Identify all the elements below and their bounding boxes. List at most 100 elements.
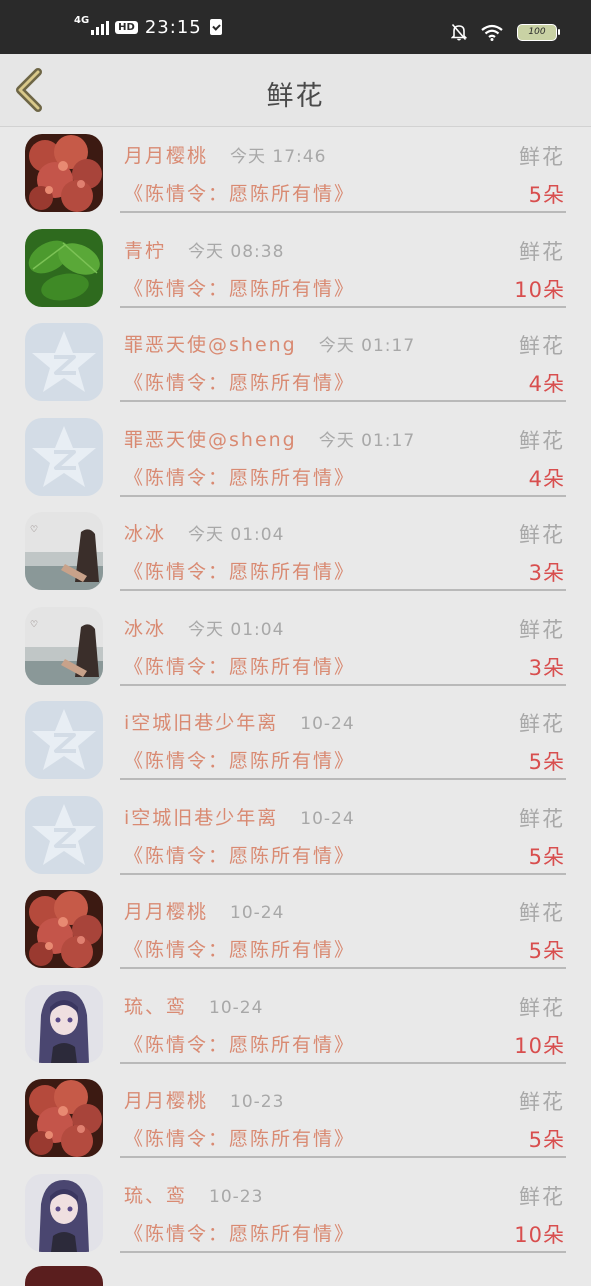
gift-type: 鲜花: [519, 901, 565, 925]
book-title[interactable]: 《陈情令：愿陈所有情》: [124, 467, 355, 489]
gift-record-item[interactable]: ♡ 冰冰 今天 01:04 鲜花 《陈情令：愿陈所有情》 3朵: [0, 505, 591, 600]
svg-text:♡: ♡: [30, 620, 38, 630]
bell-off-icon: [451, 23, 467, 41]
book-title[interactable]: 《陈情令：愿陈所有情》: [124, 1128, 355, 1150]
battery-level: 100: [528, 27, 546, 37]
record-header: i空城旧巷少年离 10-24 鲜花: [124, 803, 565, 831]
sender-name[interactable]: 琉、鸾: [124, 1185, 187, 1207]
record-time: 今天 08:38: [188, 241, 285, 262]
sender-avatar[interactable]: [25, 984, 103, 1063]
gift-record-item[interactable]: 琉、鸾 10-23 鲜花《陈情令：愿陈所有情》 10朵: [0, 1167, 591, 1262]
record-time: 今天 17:46: [230, 147, 327, 167]
gift-count: 5朵: [528, 750, 565, 774]
record-detail: 《陈情令：愿陈所有情》 4朵: [124, 368, 565, 396]
sender-name[interactable]: i空城旧巷少年离: [124, 807, 278, 829]
sender-name[interactable]: 青柠: [124, 240, 166, 262]
anime-avatar-image: [25, 984, 103, 1063]
gift-record-item[interactable]: i空城旧巷少年离 10-24 鲜花《陈情令：愿陈所有情》 5朵: [0, 694, 591, 789]
book-title[interactable]: 《陈情令：愿陈所有情》: [124, 1223, 355, 1245]
record-header: 青柠 今天 08:38 鲜花: [124, 236, 565, 264]
sender-avatar[interactable]: [25, 890, 103, 968]
record-header: 冰冰 今天 01:04 鲜花: [124, 519, 565, 547]
gift-type: 鲜花: [519, 1090, 565, 1114]
status-time: 23:15: [144, 16, 202, 38]
row-divider: [120, 872, 566, 875]
sender-name[interactable]: 月月樱桃: [124, 1090, 208, 1112]
row-divider: [120, 778, 566, 780]
gift-record-item[interactable]: 月月樱桃 今天 17:46 鲜花 《陈情令：愿陈所有情》 5朵: [0, 127, 591, 222]
gift-record-item[interactable]: 月月樱桃 10-23 鲜花 《陈情令：愿陈所有情》 5朵: [0, 1072, 591, 1167]
record-detail: 《陈情令：愿陈所有情》 10朵: [124, 1030, 565, 1058]
book-title[interactable]: 《陈情令：愿陈所有情》: [124, 750, 355, 772]
default-star-avatar-icon: [25, 417, 103, 496]
gift-record-item[interactable]: 琉、鸾 10-24 鲜花 《陈情令：愿陈所有情》 10朵: [0, 978, 591, 1073]
clipboard-check-icon: [209, 19, 222, 35]
sender-avatar[interactable]: ♡: [25, 606, 103, 685]
sender-name[interactable]: 月月樱桃: [124, 901, 208, 923]
record-header: 月月樱桃 今天 17:46 鲜花: [124, 141, 565, 169]
sender-name[interactable]: i空城旧巷少年离: [124, 712, 278, 734]
book-title[interactable]: 《陈情令：愿陈所有情》: [124, 561, 355, 583]
gift-count: 10朵: [514, 277, 565, 302]
row-divider: [120, 1156, 566, 1158]
book-title[interactable]: 《陈情令：愿陈所有情》: [124, 939, 355, 961]
gift-record-item[interactable]: 罪恶天使@sheng 今天 01:17 鲜花 《陈情令：愿陈所有情》 4朵: [0, 316, 591, 411]
gift-record-item[interactable]: 月月樱桃 10-24 鲜花 《陈情令：愿陈所有情》 5朵: [0, 883, 591, 978]
default-star-avatar-icon: [25, 795, 103, 874]
record-header: 月月樱桃 10-24 鲜花: [124, 897, 565, 925]
sender-avatar[interactable]: [25, 1079, 103, 1157]
status-left: 4G HD 23:15: [74, 14, 222, 40]
row-divider: [120, 1061, 566, 1064]
gift-record-item[interactable]: ♡ 冰冰 今天 01:04 鲜花 《陈情令：愿陈所有情》 3朵: [0, 600, 591, 695]
sender-avatar[interactable]: [25, 228, 103, 307]
row-divider: [120, 494, 566, 497]
sender-name[interactable]: 冰冰: [124, 523, 166, 545]
record-time: 今天 01:17: [318, 336, 416, 356]
book-title[interactable]: 《陈情令：愿陈所有情》: [124, 845, 355, 867]
sender-name[interactable]: 罪恶天使@sheng: [124, 429, 297, 451]
gift-type: 鲜花: [519, 712, 565, 736]
record-detail: 《陈情令：愿陈所有情》 5朵: [124, 179, 565, 207]
gift-type: 鲜花: [519, 523, 565, 547]
book-title[interactable]: 《陈情令：愿陈所有情》: [124, 183, 355, 205]
record-header: i空城旧巷少年离 10-24 鲜花: [124, 708, 565, 736]
gift-count: 10朵: [514, 1222, 565, 1247]
record-time: 10-23: [209, 1186, 264, 1207]
sender-name[interactable]: 冰冰: [124, 618, 166, 640]
row-divider: [120, 967, 566, 969]
status-right: 100: [451, 20, 560, 44]
book-title[interactable]: 《陈情令：愿陈所有情》: [124, 372, 355, 394]
record-detail: 《陈情令：愿陈所有情》 5朵: [124, 841, 565, 869]
gift-record-list[interactable]: 月月樱桃 今天 17:46 鲜花 《陈情令：愿陈所有情》 5朵 青柠 今天 08:38 鲜花《…: [0, 127, 591, 1261]
record-time: 今天 01:04: [188, 525, 285, 545]
record-header: 月月樱桃 10-23 鲜花: [124, 1086, 565, 1114]
sender-avatar[interactable]: ♡: [25, 512, 103, 590]
record-time: 今天 01:04: [188, 619, 285, 640]
status-bar: 4G HD 23:15 100: [0, 0, 591, 54]
book-title[interactable]: 《陈情令：愿陈所有情》: [124, 1034, 355, 1056]
row-divider: [120, 211, 566, 213]
book-title[interactable]: 《陈情令：愿陈所有情》: [124, 656, 355, 678]
sender-name[interactable]: 罪恶天使@sheng: [124, 334, 297, 356]
gift-type: 鲜花: [519, 1184, 565, 1209]
gift-type: 鲜花: [519, 995, 565, 1020]
sender-avatar[interactable]: [25, 1173, 103, 1252]
gift-record-item[interactable]: i空城旧巷少年离 10-24 鲜花《陈情令：愿陈所有情》 5朵: [0, 789, 591, 884]
record-detail: 《陈情令：愿陈所有情》 4朵: [124, 463, 565, 491]
gift-record-item[interactable]: 青柠 今天 08:38 鲜花 《陈情令：愿陈所有情》 10朵: [0, 222, 591, 317]
wifi-icon: [481, 24, 503, 41]
book-title[interactable]: 《陈情令：愿陈所有情》: [124, 278, 355, 300]
sender-avatar[interactable]: [25, 417, 103, 496]
sender-avatar[interactable]: [25, 134, 103, 212]
photo-avatar-image: ♡: [25, 512, 103, 590]
sender-name[interactable]: 琉、鸾: [124, 996, 187, 1018]
gift-count: 5朵: [528, 844, 565, 869]
record-detail: 《陈情令：愿陈所有情》 5朵: [124, 1124, 565, 1152]
gift-count: 5朵: [528, 183, 565, 207]
sender-avatar[interactable]: [25, 795, 103, 874]
gift-record-item[interactable]: 罪恶天使@sheng 今天 01:17 鲜花 《陈情令：愿陈所有情》 4朵: [0, 411, 591, 506]
sender-name[interactable]: 月月樱桃: [124, 145, 208, 167]
record-time: 今天 01:17: [318, 430, 416, 451]
sender-avatar[interactable]: [25, 701, 103, 779]
sender-avatar[interactable]: [25, 323, 103, 401]
